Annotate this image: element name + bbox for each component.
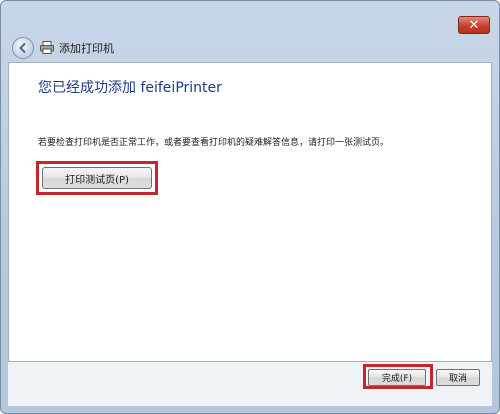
- success-heading: 您已经成功添加 feifeiPrinter: [38, 80, 222, 96]
- content-panel: 您已经成功添加 feifeiPrinter 若要检查打印机是否正常工作，或者要查…: [8, 62, 492, 362]
- finish-button[interactable]: 完成(F): [368, 369, 426, 386]
- back-button[interactable]: [12, 37, 34, 59]
- close-button[interactable]: ✕: [458, 16, 490, 34]
- add-printer-dialog: ✕ 添加打印机 您已经成功添加 feifeiPrinter 若要检查打印机是否正…: [0, 0, 500, 414]
- navigation-bar: 添加打印机: [6, 34, 494, 62]
- instruction-text: 若要检查打印机是否正常工作，或者要查看打印机的疑难解答信息，请打印一张测试页。: [38, 138, 390, 148]
- back-arrow-icon: [19, 43, 26, 53]
- cancel-button[interactable]: 取消: [436, 369, 480, 386]
- dialog-footer: 完成(F) 取消: [8, 362, 492, 406]
- close-icon: ✕: [468, 17, 480, 33]
- printer-icon: [40, 41, 54, 54]
- dialog-title: 添加打印机: [59, 42, 114, 55]
- print-test-page-button[interactable]: 打印测试页(P): [42, 167, 152, 189]
